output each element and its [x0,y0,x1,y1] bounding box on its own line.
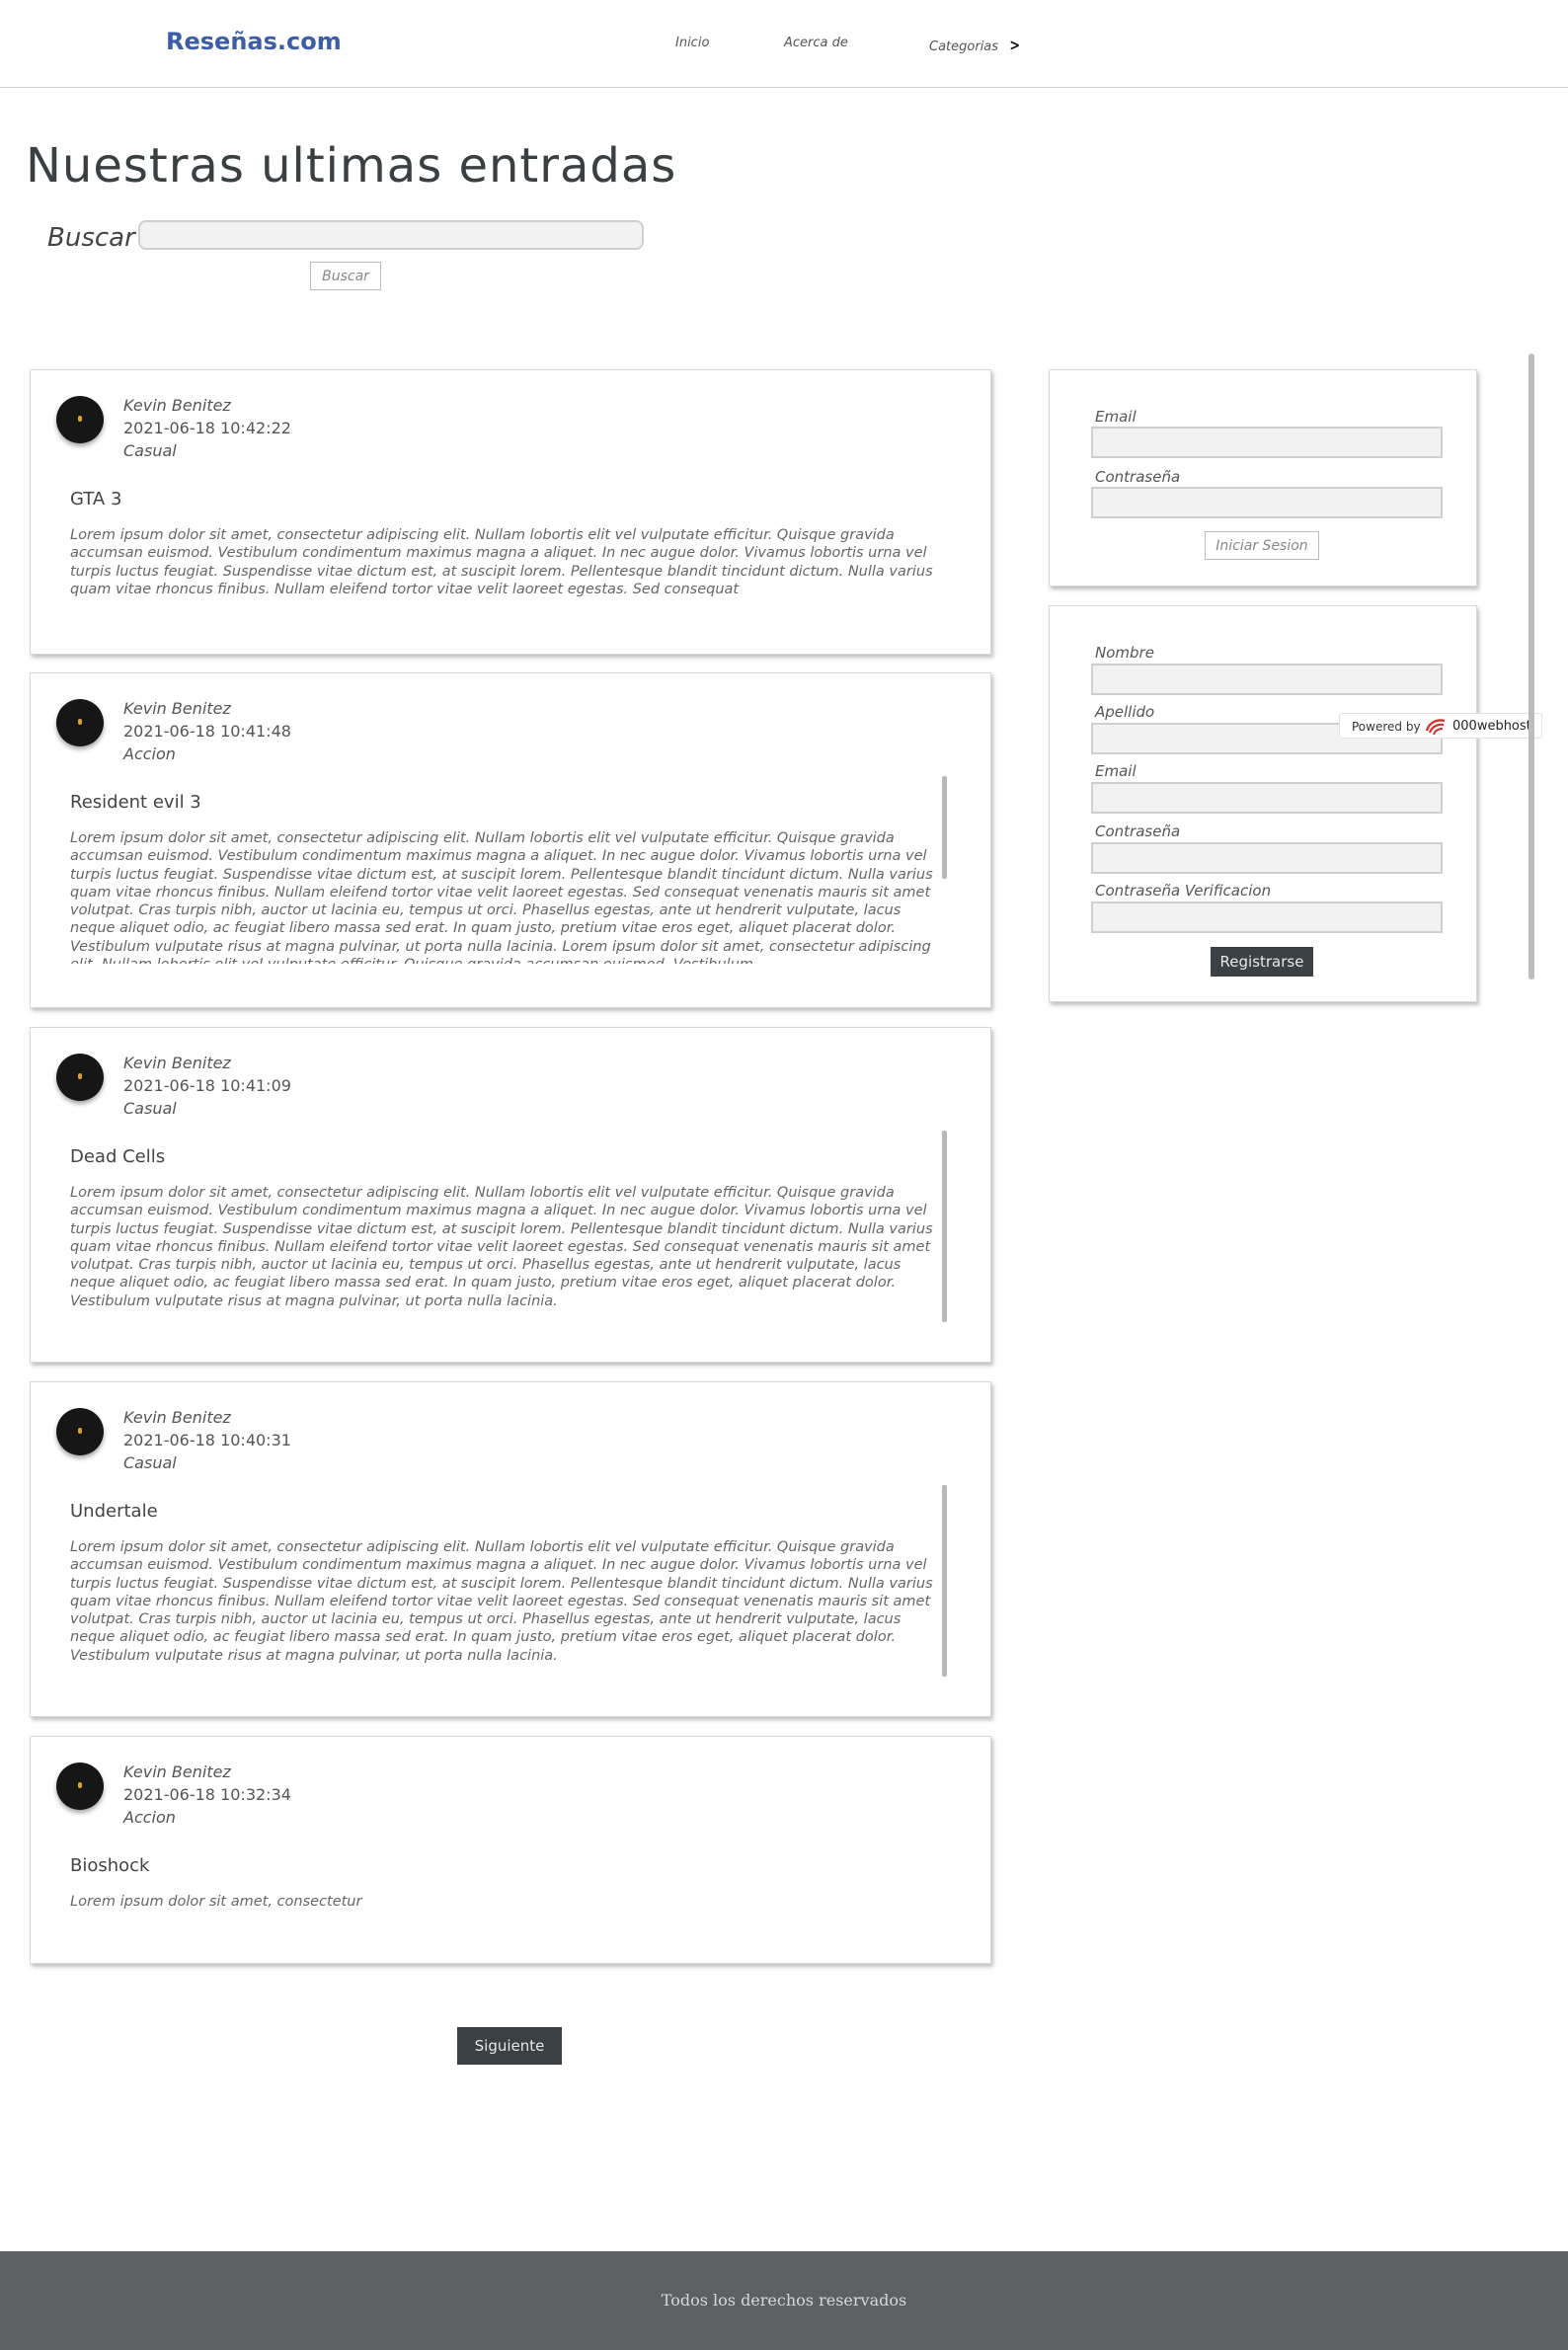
post-body: Lorem ipsum dolor sit amet, consectetur … [70,527,933,597]
navbar: Reseñas.com Inicio Acerca de Categorias > [0,0,1568,88]
000webhost-logo-icon [1425,717,1447,741]
avatar [56,699,104,746]
post-title[interactable]: Dead Cells [70,1146,165,1167]
avatar [56,1054,104,1101]
post-date: 2021-06-18 10:41:48 [123,722,291,741]
register-name-label: Nombre [1095,644,1154,662]
post-body: Lorem ipsum dolor sit amet, consectetur … [70,1185,933,1309]
brand-logo-link[interactable]: Reseñas.com [166,28,342,55]
post-date: 2021-06-18 10:32:34 [123,1785,291,1804]
post-category: Casual [123,441,177,460]
post-author: Kevin Benitez [123,699,231,718]
nav-link-acerca[interactable]: Acerca de [784,36,848,50]
post-date: 2021-06-18 10:42:22 [123,419,291,437]
powered-by-text: Powered by [1352,720,1421,734]
post-card: Kevin Benitez 2021-06-18 10:32:34 Accion… [30,1736,991,1964]
post-author: Kevin Benitez [123,396,231,415]
register-password-verify-field[interactable] [1091,901,1443,933]
post-body: Lorem ipsum dolor sit amet, consectetur … [70,830,933,964]
footer-text: Todos los derechos reservados [661,2291,907,2310]
post-category: Casual [123,1453,177,1472]
post-author: Kevin Benitez [123,1054,231,1072]
post-title[interactable]: Resident evil 3 [70,792,201,813]
nav-link-inicio[interactable]: Inicio [675,36,709,50]
post-body-scrollbar[interactable] [942,1131,947,1322]
post-card: Kevin Benitez 2021-06-18 10:41:09 Casual… [30,1027,991,1363]
post-card: Kevin Benitez 2021-06-18 10:41:48 Accion… [30,672,991,1008]
register-email-field[interactable] [1091,782,1443,814]
post-title[interactable]: GTA 3 [70,489,121,509]
register-password-label: Contraseña [1095,822,1181,840]
register-email-label: Email [1095,762,1137,780]
register-lastname-label: Apellido [1095,703,1155,721]
footer: Todos los derechos reservados [0,2251,1568,2350]
post-body: Lorem ipsum dolor sit amet, consectetur … [70,1539,933,1664]
post-card: Kevin Benitez 2021-06-18 10:40:31 Casual… [30,1381,991,1717]
post-category: Accion [123,1808,176,1827]
register-panel: Nombre Apellido Email Contraseña Contras… [1049,605,1477,1002]
post-date: 2021-06-18 10:41:09 [123,1076,291,1095]
post-author: Kevin Benitez [123,1408,231,1427]
post-category: Accion [123,744,176,763]
register-password-verify-label: Contraseña Verificacion [1095,882,1272,900]
post-body-scrollbar[interactable] [942,776,947,879]
post-author: Kevin Benitez [123,1762,231,1781]
post-body-scrollbar[interactable] [942,1485,947,1677]
page-scrollbar[interactable] [1529,353,1534,979]
login-email-field[interactable] [1091,427,1443,458]
post-title[interactable]: Bioshock [70,1855,149,1876]
login-button[interactable]: Iniciar Sesion [1205,531,1319,560]
post-title[interactable]: Undertale [70,1501,158,1522]
post-category: Casual [123,1099,177,1118]
powered-by-badge[interactable]: Powered by 000webhost [1339,713,1542,739]
search-label: Buscar [47,223,135,253]
register-password-field[interactable] [1091,842,1443,874]
login-panel: Email Contraseña Iniciar Sesion [1049,369,1477,587]
next-page-button[interactable]: Siguiente [457,2027,562,2065]
nav-link-categorias[interactable]: Categorias > [929,36,1021,54]
login-email-label: Email [1095,408,1137,426]
login-password-label: Contraseña [1095,468,1181,486]
powered-by-brand: 000webhost [1452,719,1531,734]
post-card: Kevin Benitez 2021-06-18 10:42:22 Casual… [30,369,991,655]
nav-link-categorias-label: Categorias [929,39,999,54]
avatar [56,1408,104,1455]
avatar [56,1762,104,1810]
register-name-field[interactable] [1091,664,1443,695]
register-button[interactable]: Registrarse [1211,947,1313,977]
search-input[interactable] [138,220,644,250]
post-body: Lorem ipsum dolor sit amet, consectetur [70,1894,362,1910]
page-title: Nuestras ultimas entradas [26,138,677,194]
avatar [56,396,104,443]
chevron-right-icon: > [1009,36,1021,54]
post-date: 2021-06-18 10:40:31 [123,1431,291,1449]
login-password-field[interactable] [1091,487,1443,518]
search-button[interactable]: Buscar [310,262,381,290]
